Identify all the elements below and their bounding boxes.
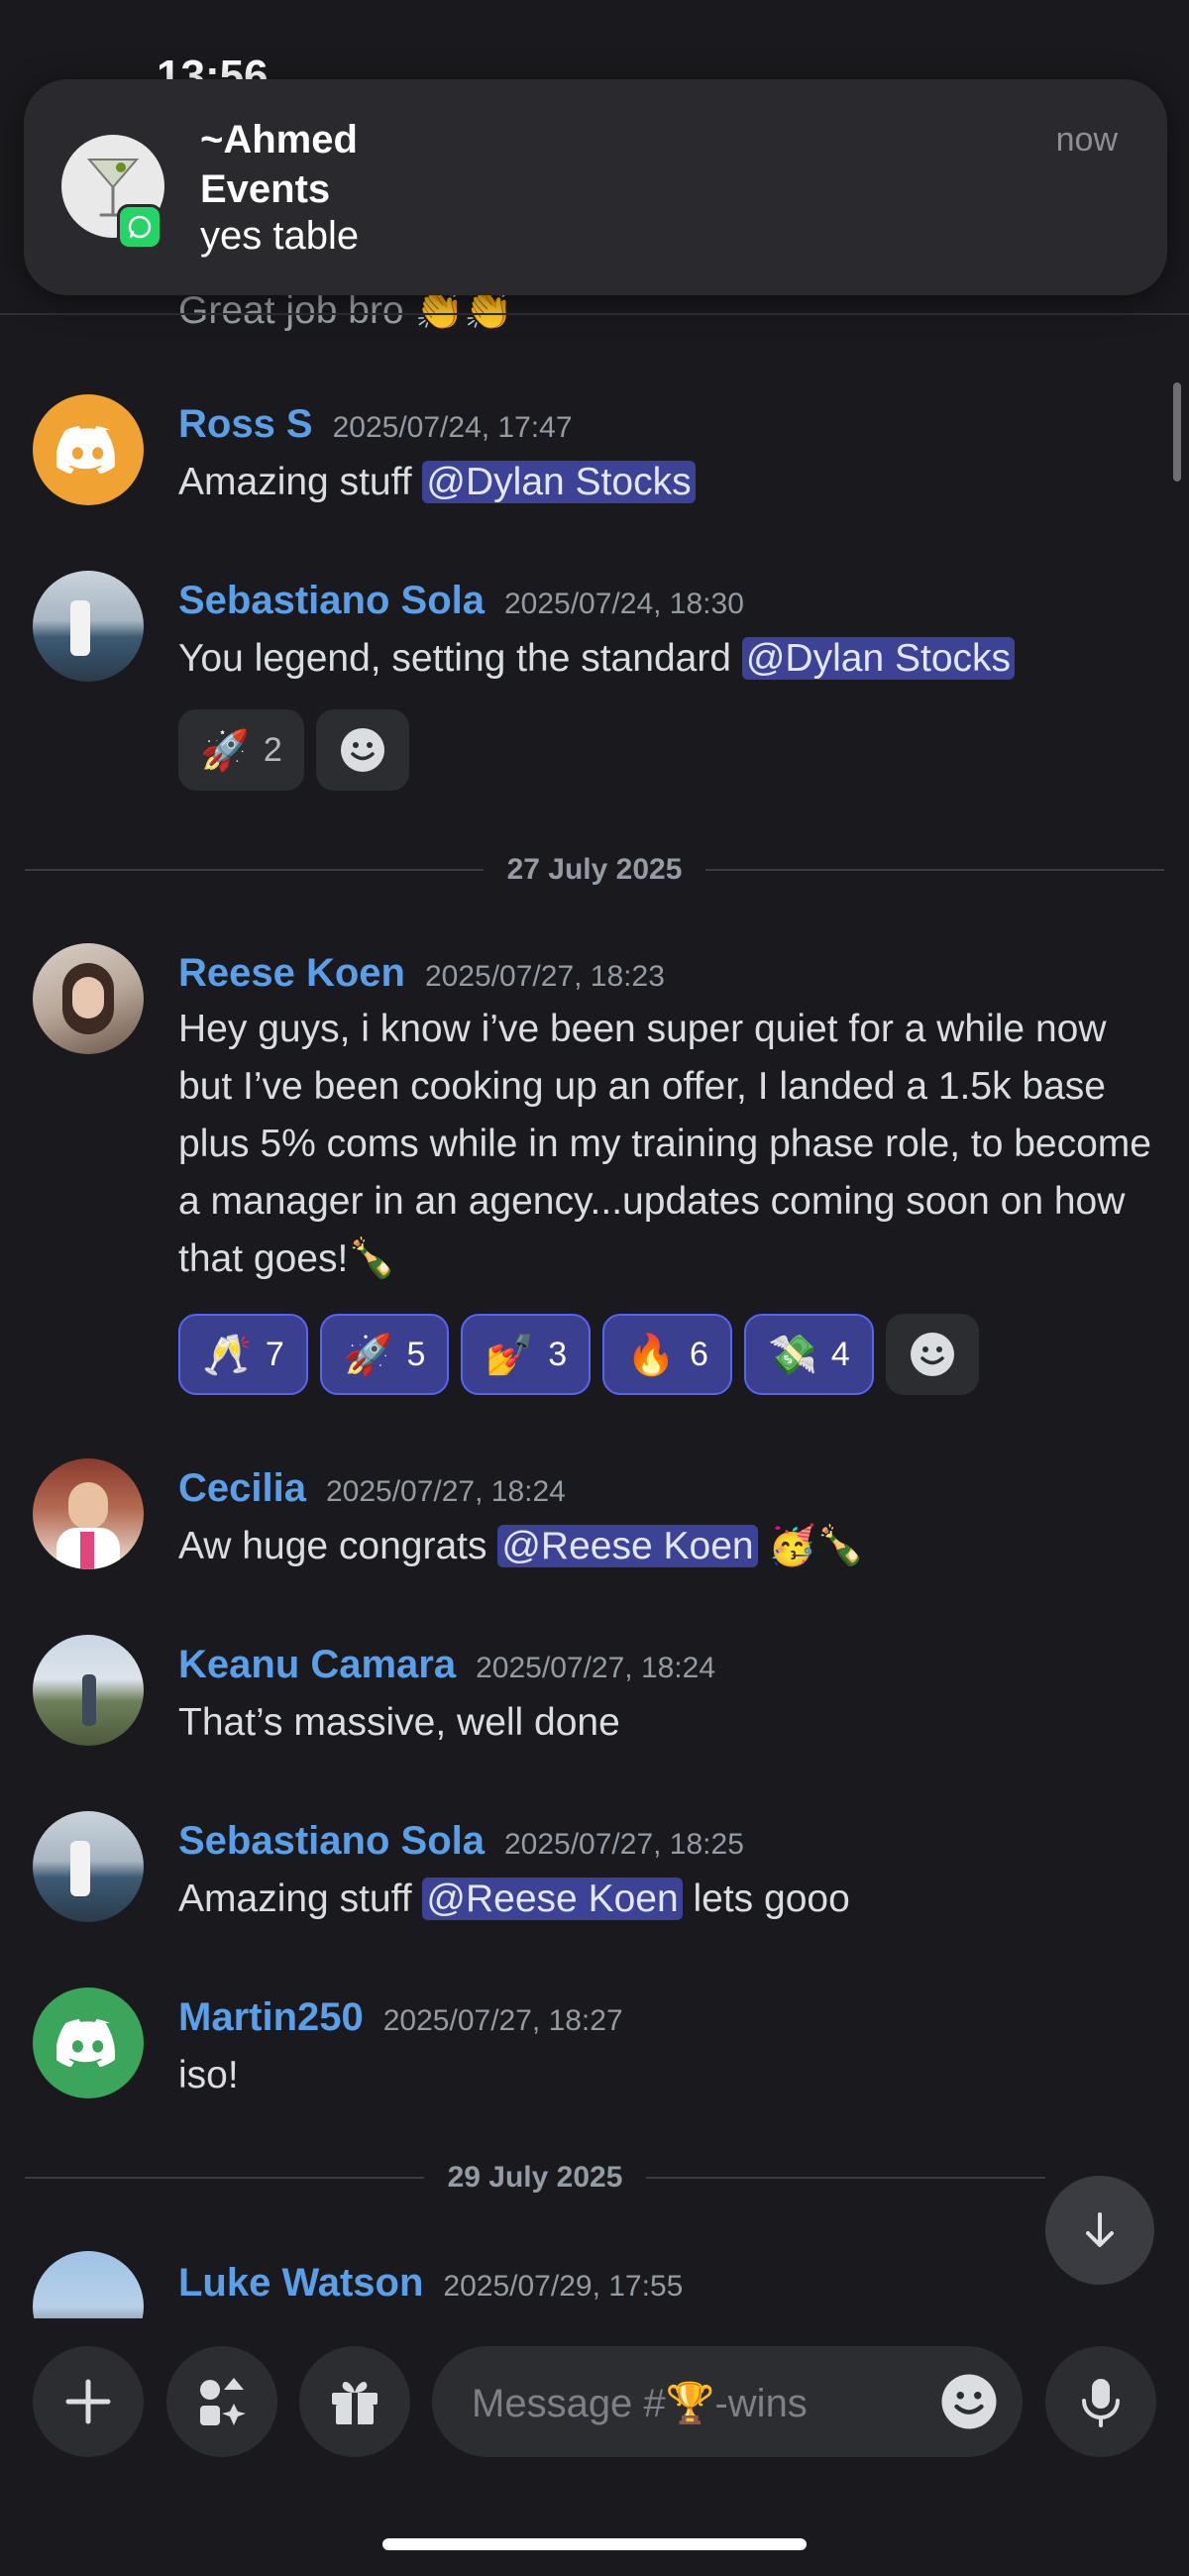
reactions: 🥂 7 🚀 5 💅 3 🔥 6 💸 4 xyxy=(178,1314,979,1395)
home-indicator[interactable] xyxy=(382,2538,807,2550)
jump-to-latest-button[interactable] xyxy=(1045,2176,1154,2285)
message-text: Amazing stuff @Dylan Stocks xyxy=(178,454,1159,511)
username[interactable]: Keanu Camara xyxy=(178,1643,456,1686)
arrow-down-icon xyxy=(1086,2212,1114,2247)
avatar[interactable] xyxy=(33,1987,144,2098)
message-header: Sebastiano Sola 2025/07/24, 18:30 xyxy=(178,579,744,623)
reaction-fire[interactable]: 🔥 6 xyxy=(602,1314,732,1395)
voice-button[interactable] xyxy=(1045,2346,1156,2457)
username[interactable]: Cecilia xyxy=(178,1466,306,1510)
username[interactable]: Reese Koen xyxy=(178,951,405,995)
timestamp: 2025/07/24, 17:47 xyxy=(332,411,573,444)
message-text: Amazing stuff @Reese Koen lets gooo xyxy=(178,1878,850,1920)
add-reaction-button[interactable] xyxy=(315,709,409,791)
emoji-picker-button[interactable] xyxy=(939,2372,999,2436)
mic-icon xyxy=(1082,2379,1120,2427)
date-divider: 29 July 2025 xyxy=(25,2158,1164,2198)
avatar[interactable] xyxy=(33,943,144,1054)
reaction-money[interactable]: 💸 4 xyxy=(743,1314,874,1395)
timestamp: 2025/07/27, 18:27 xyxy=(382,2004,623,2037)
mention[interactable]: @Reese Koen xyxy=(497,1525,758,1567)
mention[interactable]: @Dylan Stocks xyxy=(422,461,696,503)
avatar[interactable] xyxy=(33,2251,144,2318)
message-input[interactable]: Message #🏆-wins xyxy=(432,2346,1023,2457)
mention[interactable]: @Reese Koen xyxy=(422,1878,683,1920)
discord-icon xyxy=(56,2019,116,2067)
message-text: That’s massive, well done xyxy=(178,1701,620,1744)
mention[interactable]: @Dylan Stocks xyxy=(741,637,1016,680)
notification-banner[interactable]: ~Ahmed Events yes table now xyxy=(24,79,1167,295)
username[interactable]: Ross S xyxy=(178,402,313,446)
timestamp: 2025/07/27, 18:24 xyxy=(325,1475,566,1508)
gift-icon xyxy=(332,2382,378,2424)
reaction-rocket[interactable]: 🚀 2 xyxy=(178,709,304,791)
emoji-icon xyxy=(941,2374,997,2429)
scrollbar[interactable] xyxy=(1173,382,1181,482)
message-text: iso! xyxy=(178,2054,239,2096)
chat-area[interactable]: Great job bro 👏👏 Ross S 2025/07/24, 17:47… xyxy=(0,0,1189,2318)
message-header: Cecilia 2025/07/27, 18:24 xyxy=(178,1466,566,1511)
gift-button[interactable] xyxy=(299,2346,410,2457)
reaction-champagne[interactable]: 🥂 7 xyxy=(178,1314,308,1395)
reactions: 🚀 2 xyxy=(178,709,409,791)
message-composer: Message #🏆-wins xyxy=(0,2318,1189,2576)
attach-button[interactable] xyxy=(33,2346,144,2457)
add-reaction-button[interactable] xyxy=(885,1314,979,1395)
message-input-placeholder: Message #🏆-wins xyxy=(472,2382,808,2425)
timestamp: 2025/07/27, 18:23 xyxy=(424,960,665,993)
avatar[interactable] xyxy=(33,394,144,505)
avatar[interactable] xyxy=(33,1635,144,1746)
message-header: Martin250 2025/07/27, 18:27 xyxy=(178,1995,623,2040)
notification-sender: ~Ahmed Events xyxy=(200,118,358,211)
username[interactable]: Martin250 xyxy=(178,1995,364,2039)
notification-time: now xyxy=(1055,121,1118,159)
emoji-icon xyxy=(340,728,384,772)
status-bar: 13:56 xyxy=(0,0,1189,100)
reaction-rocket[interactable]: 🚀 5 xyxy=(319,1314,450,1395)
message-header: Ross S 2025/07/24, 17:47 xyxy=(178,402,573,447)
message-header: Keanu Camara 2025/07/27, 18:24 xyxy=(178,1643,715,1687)
message-text: You legend, setting the standard @Dylan … xyxy=(178,630,1159,688)
username[interactable]: Luke Watson xyxy=(178,2261,423,2305)
message-text: Aw huge congrats @Reese Koen 🥳🍾 xyxy=(178,1525,865,1567)
message-header: Luke Watson 2025/07/29, 17:55 xyxy=(178,2261,683,2306)
message-header: Sebastiano Sola 2025/07/27, 18:25 xyxy=(178,1819,744,1864)
header-separator xyxy=(0,313,1189,315)
message-header: Reese Koen 2025/07/27, 18:23 xyxy=(178,951,665,996)
avatar[interactable] xyxy=(33,1458,144,1569)
discord-icon xyxy=(56,426,116,474)
timestamp: 2025/07/24, 18:30 xyxy=(503,588,744,620)
avatar[interactable] xyxy=(33,571,144,682)
emoji-icon xyxy=(910,1333,954,1376)
message-text: Hey guys, i know i’ve been super quiet f… xyxy=(178,1008,1151,1280)
notification-message: yes table xyxy=(200,214,360,258)
apps-icon xyxy=(200,2378,246,2425)
timestamp: 2025/07/27, 18:24 xyxy=(476,1652,716,1684)
plus-icon xyxy=(65,2379,111,2424)
whatsapp-icon xyxy=(117,204,162,250)
timestamp: 2025/07/27, 18:25 xyxy=(503,1828,744,1861)
timestamp: 2025/07/29, 17:55 xyxy=(443,2270,684,2303)
date-divider: 27 July 2025 xyxy=(25,850,1164,890)
avatar[interactable] xyxy=(33,1811,144,1922)
apps-button[interactable] xyxy=(166,2346,277,2457)
username[interactable]: Sebastiano Sola xyxy=(178,1819,485,1863)
username[interactable]: Sebastiano Sola xyxy=(178,579,485,622)
reaction-nails[interactable]: 💅 3 xyxy=(461,1314,592,1395)
